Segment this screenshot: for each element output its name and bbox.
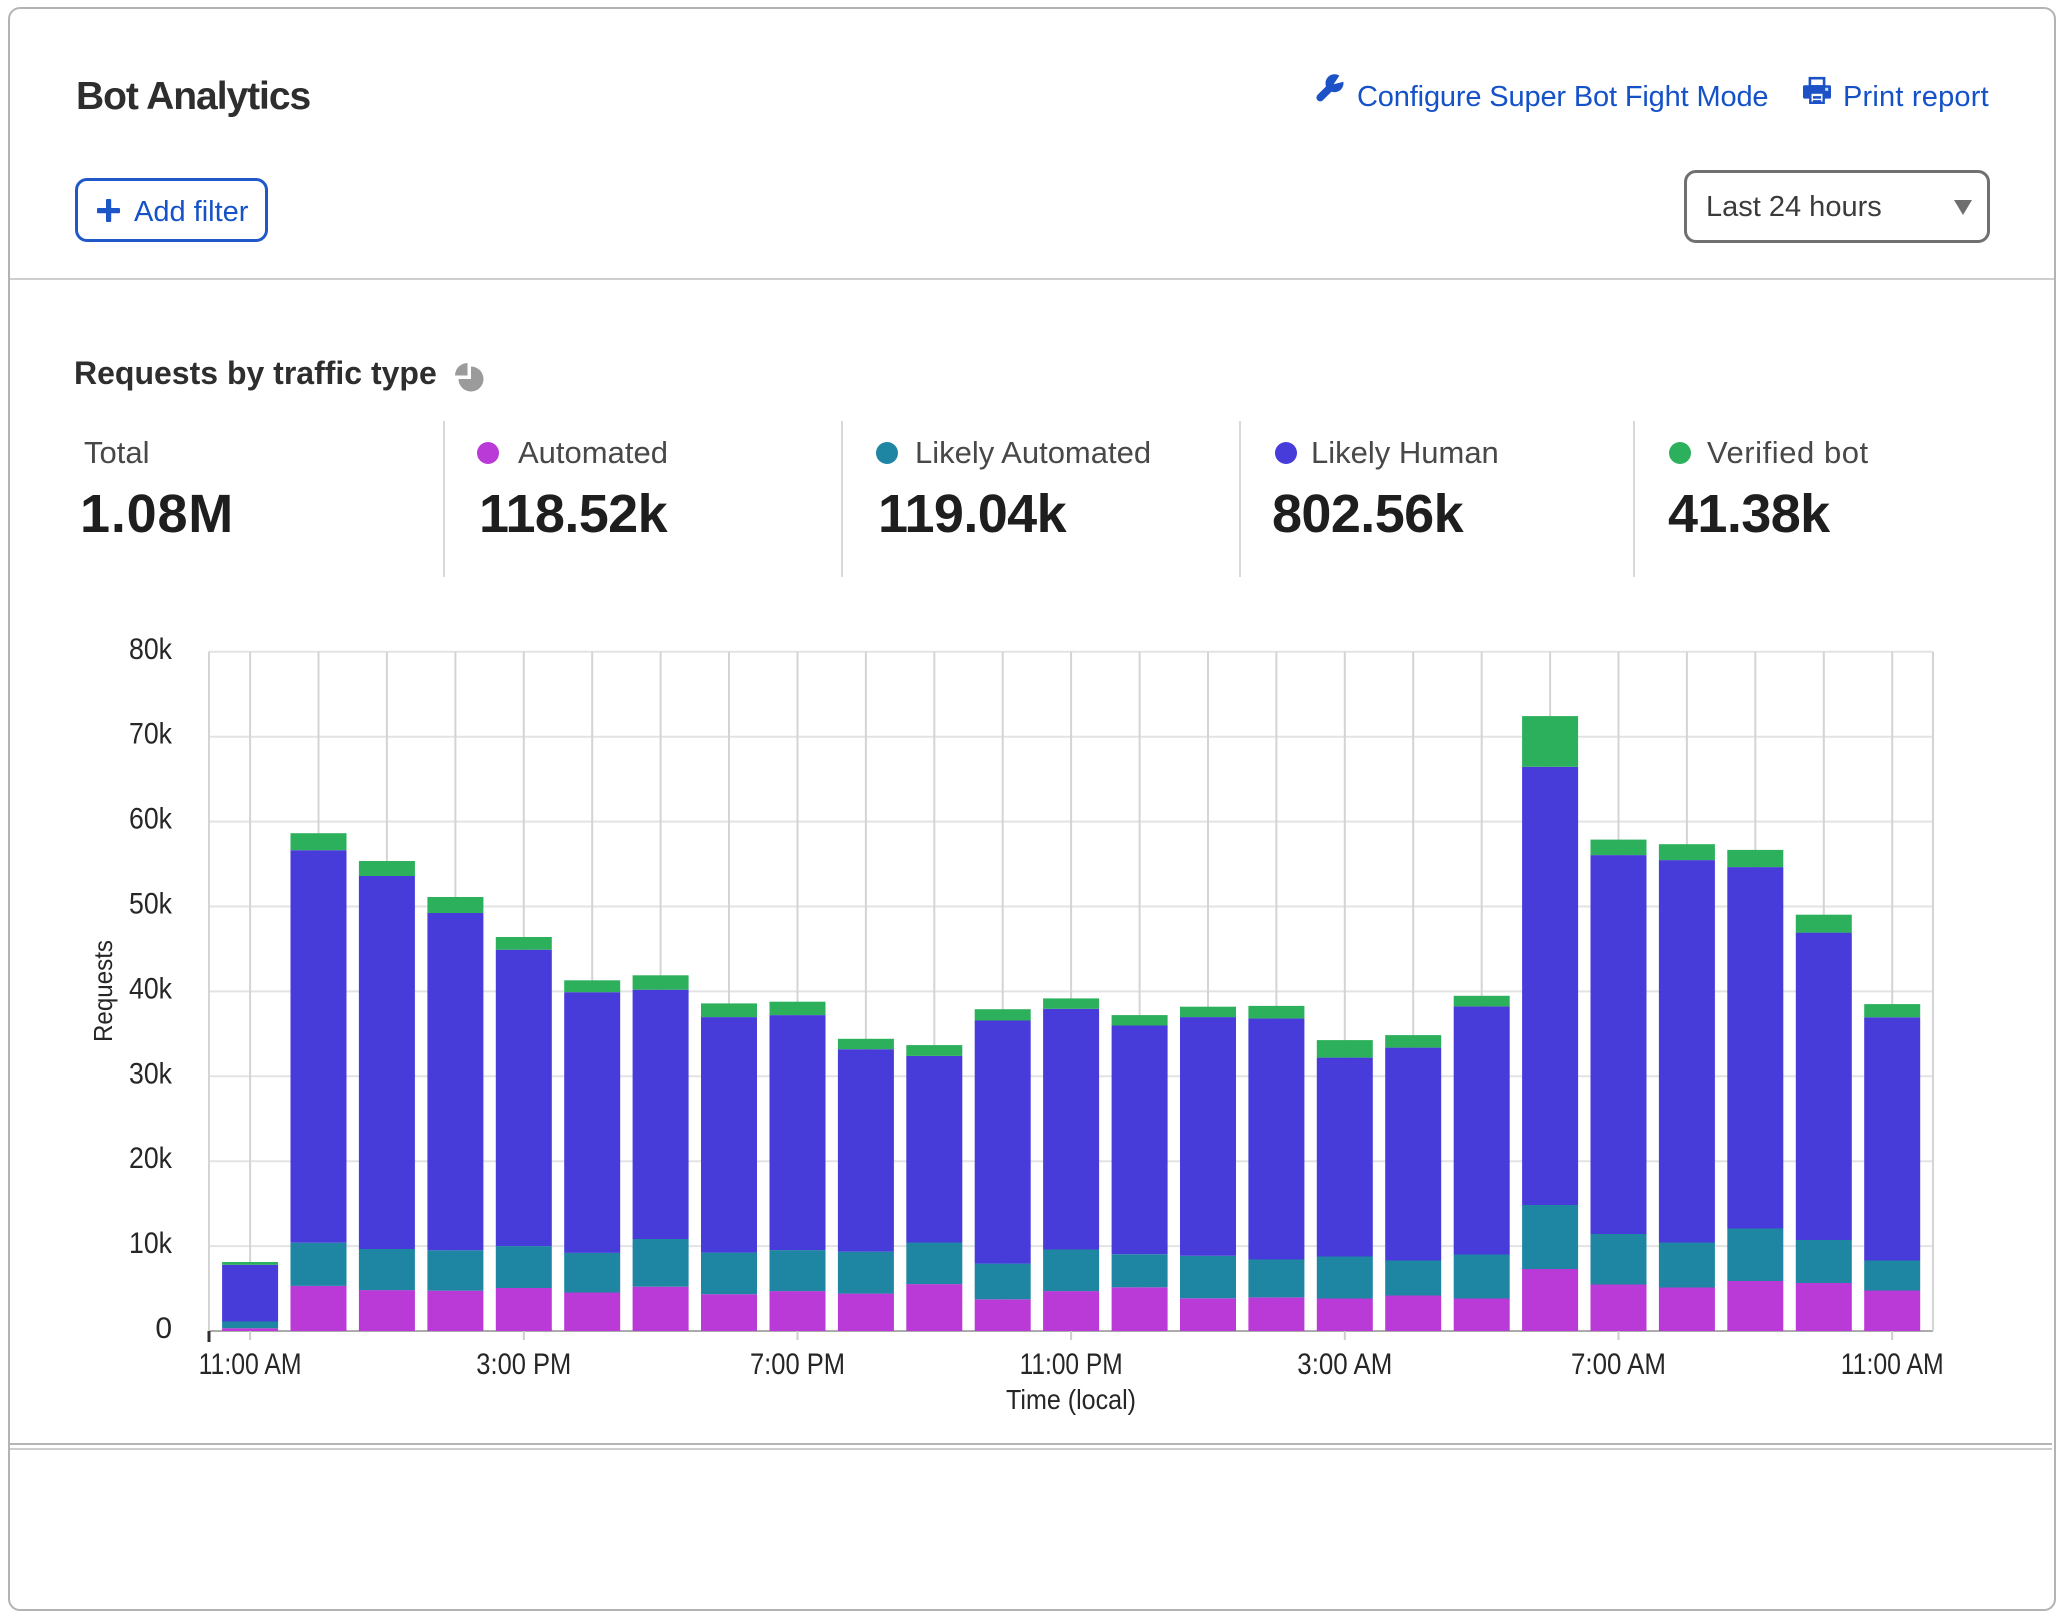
svg-text:30k: 30k — [129, 1057, 173, 1090]
svg-text:20k: 20k — [129, 1142, 173, 1175]
svg-text:60k: 60k — [129, 803, 173, 836]
svg-text:11:00 AM: 11:00 AM — [1841, 1348, 1944, 1381]
svg-text:10k: 10k — [129, 1227, 173, 1260]
svg-text:11:00 PM: 11:00 PM — [1020, 1348, 1123, 1381]
svg-text:3:00 AM: 3:00 AM — [1297, 1348, 1392, 1381]
svg-text:7:00 PM: 7:00 PM — [750, 1348, 845, 1381]
svg-text:Time (local): Time (local) — [1006, 1384, 1136, 1415]
svg-text:50k: 50k — [129, 888, 173, 921]
svg-text:11:00 AM: 11:00 AM — [199, 1348, 302, 1381]
svg-text:Requests: Requests — [88, 940, 118, 1042]
svg-text:0: 0 — [155, 1312, 172, 1345]
svg-text:80k: 80k — [129, 633, 173, 666]
svg-text:7:00 AM: 7:00 AM — [1571, 1348, 1666, 1381]
svg-text:70k: 70k — [129, 718, 173, 751]
svg-text:3:00 PM: 3:00 PM — [476, 1348, 571, 1381]
svg-text:40k: 40k — [129, 972, 173, 1005]
